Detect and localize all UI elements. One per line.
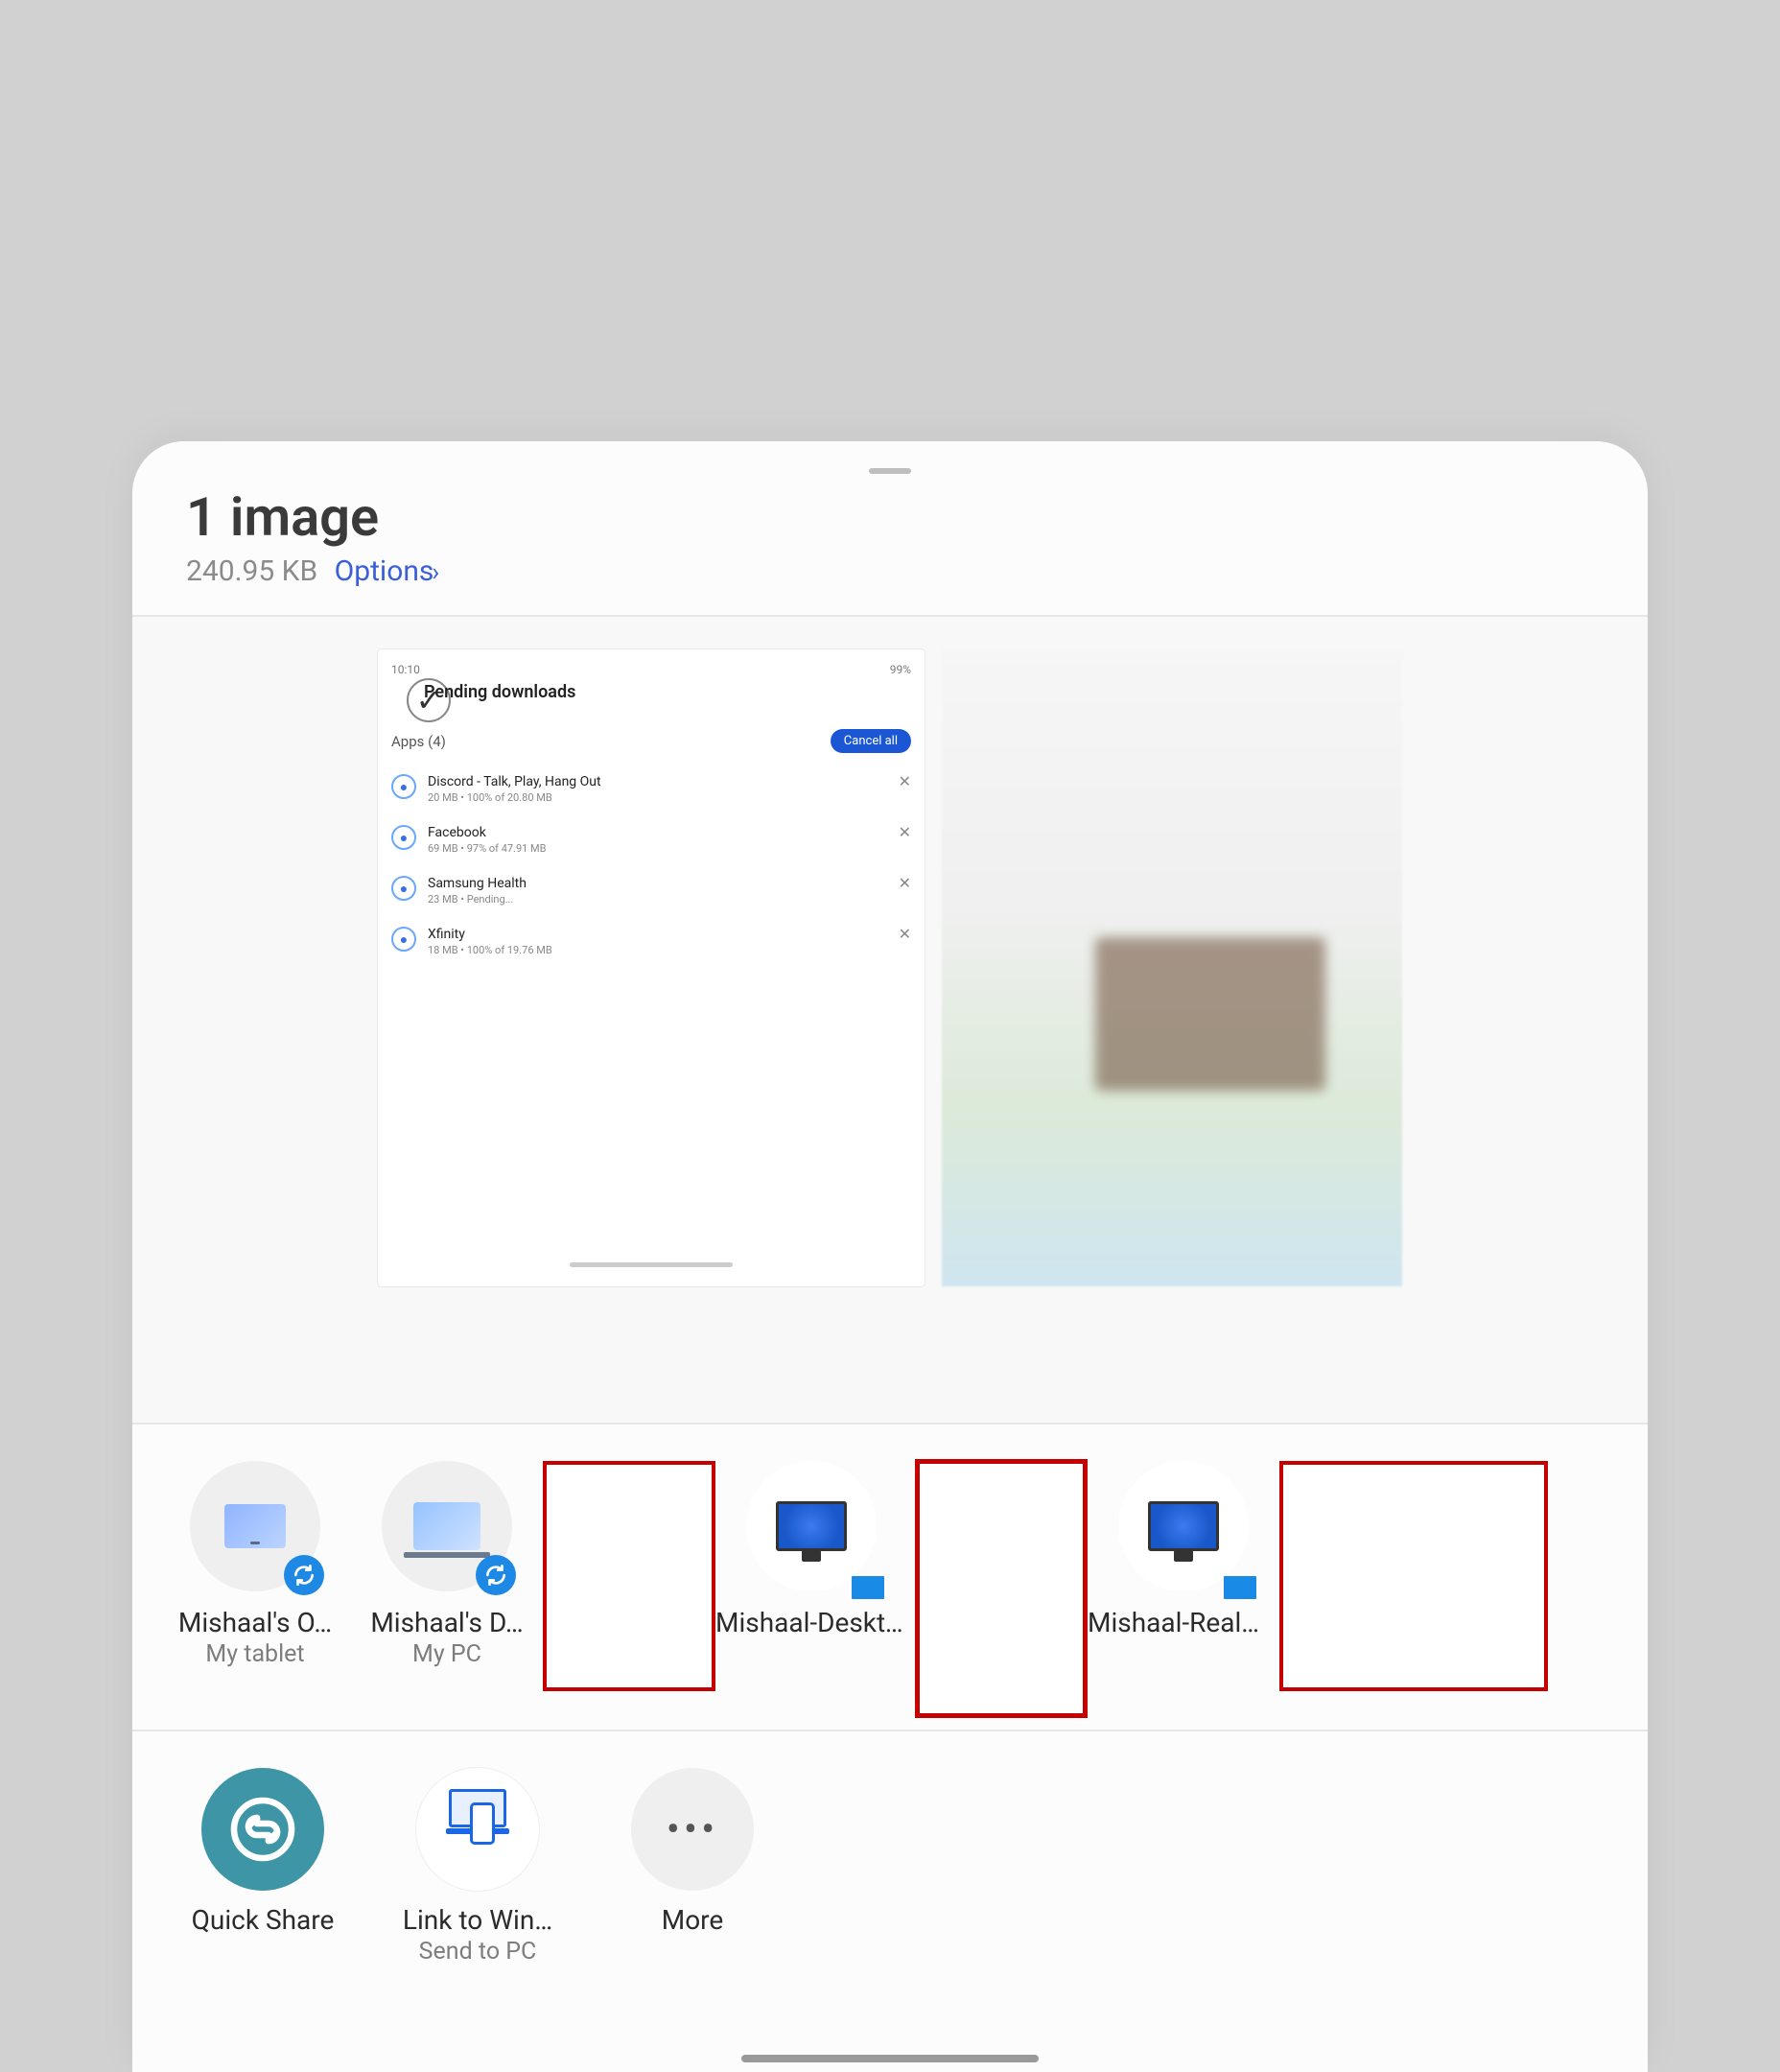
link-to-windows-action[interactable]: Link to Win… Send to PC: [382, 1768, 574, 1966]
mock-status-right: 99%: [890, 663, 911, 676]
link-to-windows-icon: [416, 1768, 539, 1891]
quick-share-label: Quick Share: [167, 1904, 359, 1936]
link-to-windows-label: Link to Win…: [382, 1904, 574, 1936]
mock-app-row: ●Xfinity18 MB • 100% of 19.76 MB✕: [391, 927, 911, 956]
laptop-icon: [382, 1461, 512, 1591]
share-actions-row: Quick Share Link to Win… Send to PC ••• …: [132, 1731, 1648, 1966]
mock-app-row: ●Discord - Talk, Play, Hang Out20 MB • 1…: [391, 774, 911, 804]
more-action[interactable]: ••• More: [597, 1768, 788, 1966]
share-sheet: 1 image 240.95 KB Options› ✓ 10:10 99% P…: [132, 441, 1648, 2072]
quick-share-action[interactable]: Quick Share: [167, 1768, 359, 1966]
selection-size: 240.95 KB: [186, 554, 317, 588]
preview-strip[interactable]: ✓ 10:10 99% Pending downloads Apps (4) C…: [132, 617, 1648, 1423]
pc-badge-icon: [1222, 1574, 1258, 1601]
mock-apps-label: Apps (4): [391, 733, 446, 750]
mock-title: Pending downloads: [424, 682, 911, 702]
target-label: Mishaal-Realme-Book: [1088, 1607, 1279, 1638]
link-to-windows-sub: Send to PC: [382, 1938, 574, 1966]
target-label: Mishaal's O…: [159, 1607, 351, 1638]
share-target[interactable]: Mishaal's D…My PC: [351, 1461, 543, 1668]
sync-badge-icon: [284, 1555, 324, 1595]
sheet-drag-handle[interactable]: [869, 468, 911, 474]
mock-home-indicator: [570, 1262, 733, 1267]
share-target[interactable]: Mishaal-Realme-Book: [1088, 1461, 1279, 1638]
chevron-right-icon: ›: [432, 558, 439, 587]
sheet-header: 1 image 240.95 KB Options›: [132, 483, 1648, 615]
quick-share-icon: [201, 1768, 324, 1891]
share-targets-row[interactable]: Mishaal's O…My tabletMishaal's D…My PCMi…: [132, 1424, 1648, 1730]
sync-badge-icon: [476, 1555, 516, 1595]
thumbnail-content: 10:10 99% Pending downloads Apps (4) Can…: [391, 663, 911, 1273]
redacted-target[interactable]: [1279, 1461, 1548, 1691]
mock-status-left: 10:10: [391, 663, 420, 676]
redacted-target[interactable]: [915, 1459, 1088, 1718]
mock-cancel-all: Cancel all: [831, 729, 911, 753]
windows-pc-icon: [1118, 1461, 1249, 1591]
system-nav-handle[interactable]: [741, 2055, 1039, 2062]
windows-pc-icon: [746, 1461, 877, 1591]
target-sublabel: My tablet: [159, 1640, 351, 1668]
target-sublabel: My PC: [351, 1640, 543, 1668]
share-target[interactable]: Mishaal's O…My tablet: [159, 1461, 351, 1668]
options-link[interactable]: Options: [335, 554, 434, 588]
tablet-icon: [190, 1461, 320, 1591]
more-label: More: [597, 1904, 788, 1936]
redacted-target[interactable]: [543, 1461, 715, 1691]
mock-app-row: ●Samsung Health23 MB • Pending...✕: [391, 876, 911, 906]
pc-badge-icon: [850, 1574, 886, 1601]
adjacent-image-thumbnail[interactable]: [942, 649, 1402, 1286]
target-label: Mishaal's D…: [351, 1607, 543, 1638]
mock-app-row: ●Facebook69 MB • 97% of 47.91 MB✕: [391, 825, 911, 855]
target-label: Mishaal-Desktop: [715, 1607, 907, 1638]
share-target[interactable]: Mishaal-Desktop: [715, 1461, 907, 1638]
selected-image-thumbnail[interactable]: ✓ 10:10 99% Pending downloads Apps (4) C…: [378, 649, 925, 1286]
more-icon: •••: [631, 1768, 754, 1891]
sheet-title: 1 image: [186, 485, 1594, 549]
